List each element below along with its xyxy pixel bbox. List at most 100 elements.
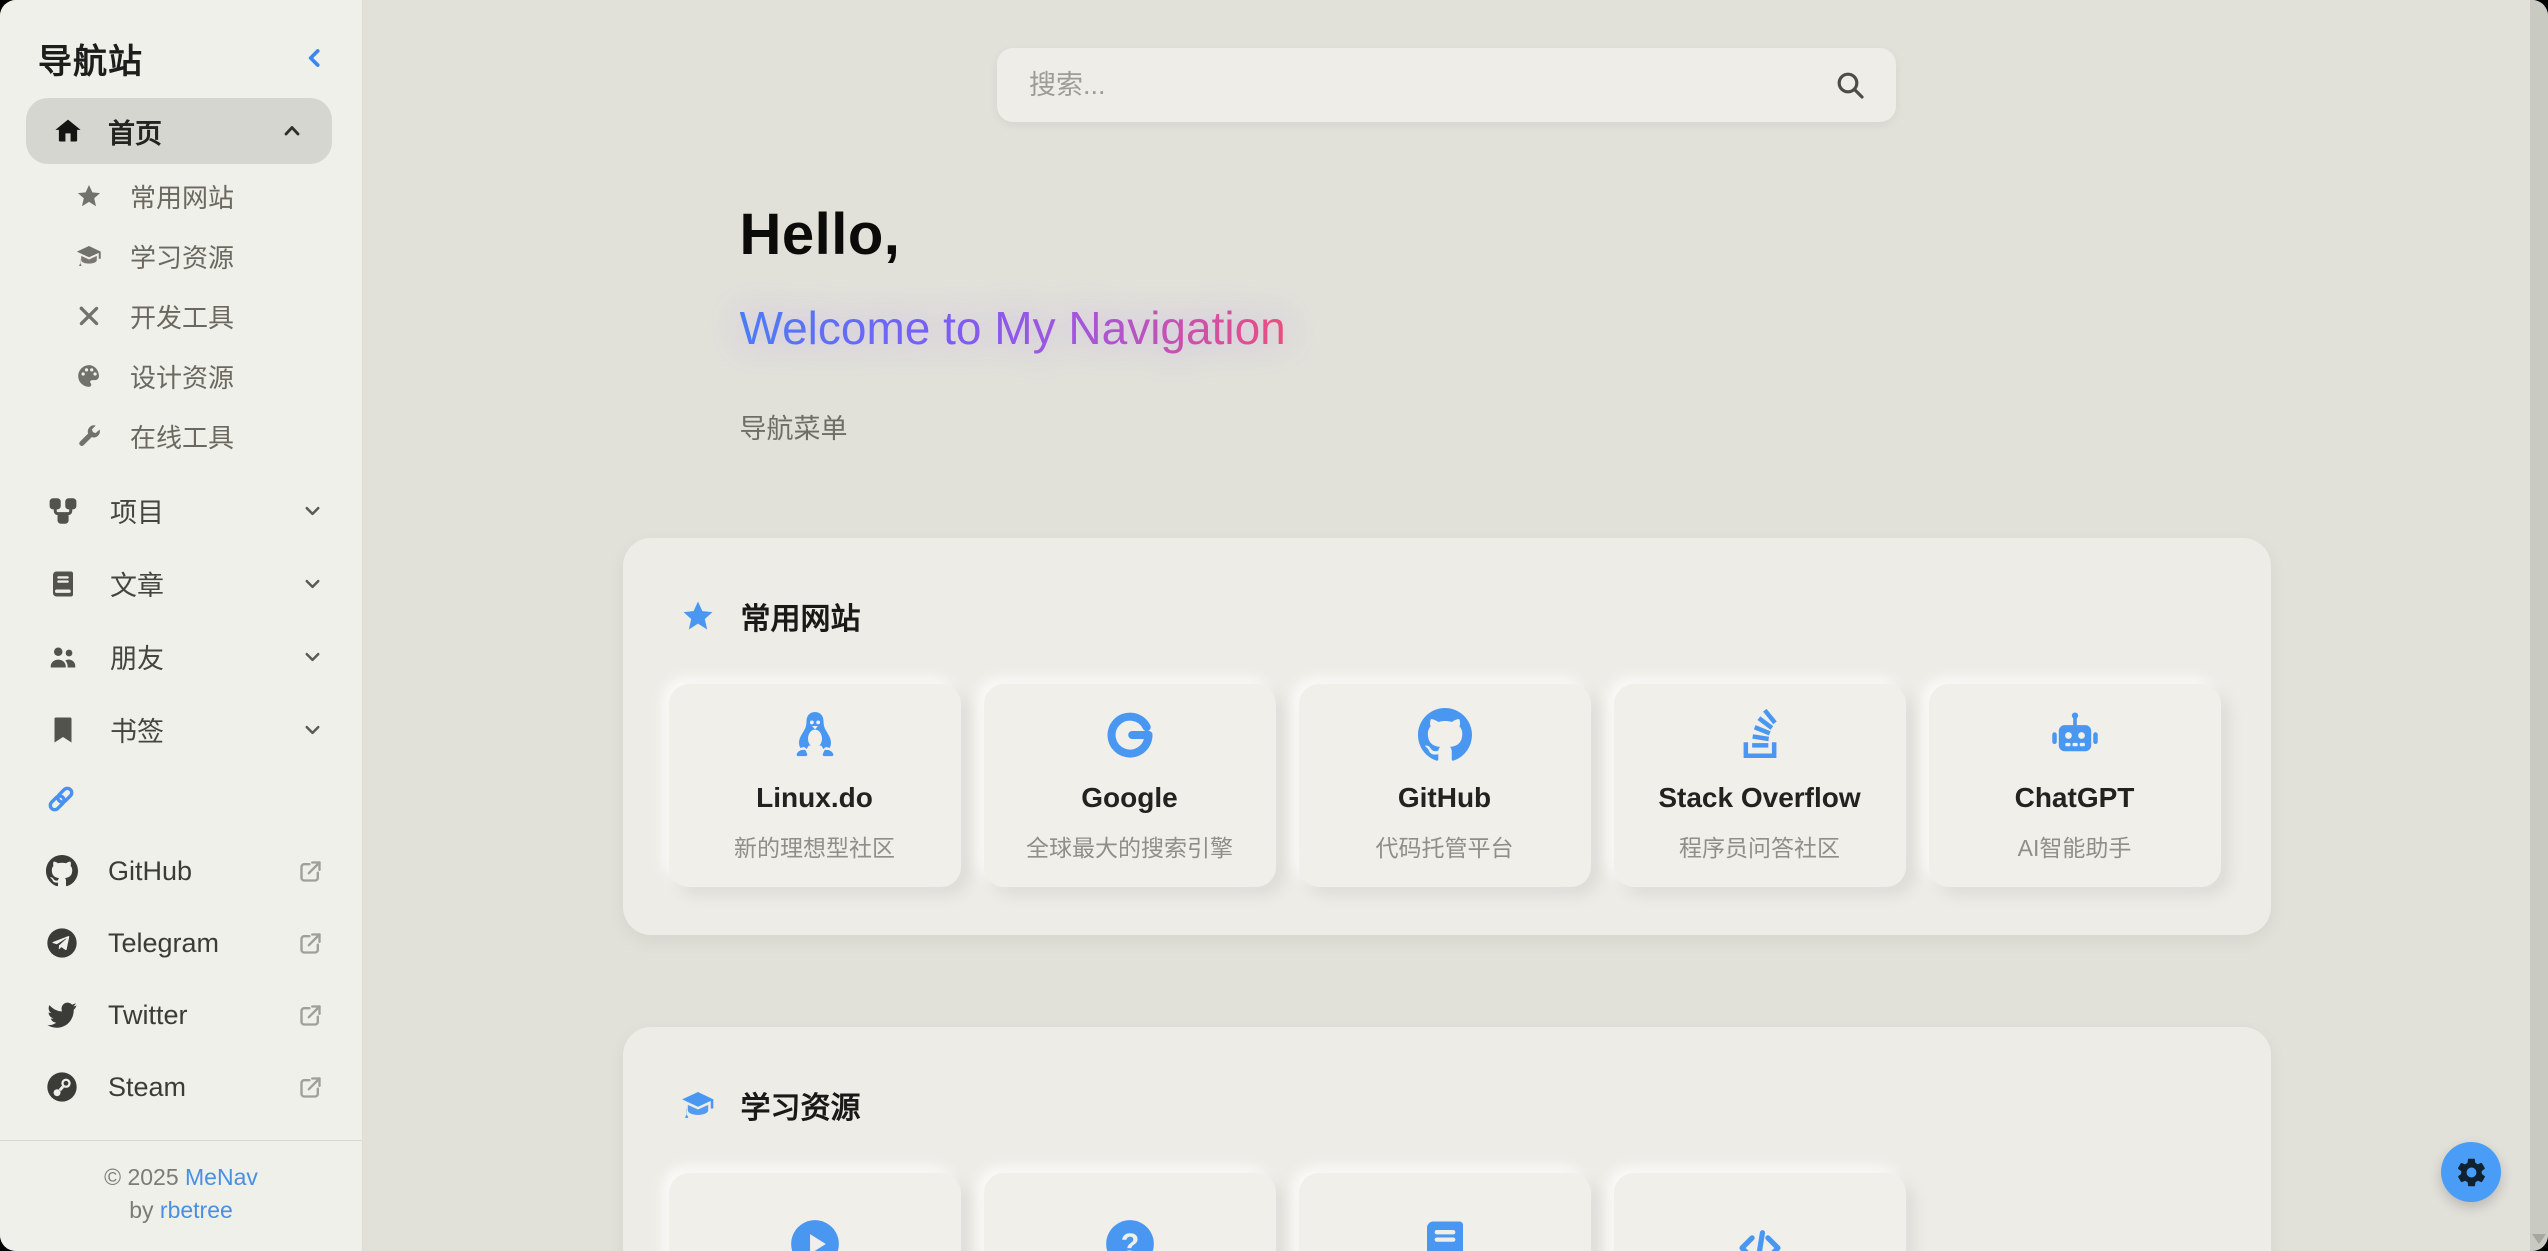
sidebar-subitem[interactable]: 在线工具 [0,406,362,466]
site-card[interactable]: 哔哩哔哩 [669,1173,961,1251]
sidebar-group-list: 项目文章朋友书签 [0,474,362,766]
svg-text:?: ? [1120,1229,1139,1251]
sidebar-group-item[interactable]: 文章 [0,547,362,620]
site-card[interactable]: GitHub 代码托管平台 [1299,684,1591,887]
question-circle-icon: ? [1103,1217,1157,1251]
category-section: 学习资源 哔哩哔哩 ? 知乎 掘金 [623,1027,2271,1251]
github-icon [1418,708,1472,762]
sidebar-subitem-label: 学习资源 [130,238,234,275]
robot-icon [2048,708,2102,762]
code-icon [1733,1221,1787,1251]
sidebar-social-item[interactable]: Steam [0,1051,362,1123]
bookmark-icon [48,715,78,745]
category-section: 常用网站 Linux.do 新的理想型社区 Google 全球最大的搜索引擎 G… [623,538,2271,935]
app-title: 导航站 [38,34,143,83]
search-input[interactable] [1027,69,1834,102]
footer-author-link[interactable]: rbetree [160,1197,233,1223]
site-description: 程序员问答社区 [1679,829,1840,863]
chevron-down-icon [301,572,324,595]
site-description: 新的理想型社区 [734,829,895,863]
chevron-left-icon [302,45,328,71]
site-card[interactable]: 掘金 [1299,1173,1591,1251]
external-link-icon [297,1002,324,1029]
site-card[interactable]: Stack Overflow 程序员问答社区 [1614,684,1906,887]
sidebar-subitem[interactable]: 学习资源 [0,226,362,286]
sidebar-social-list: GitHub Telegram Twitter Steam [0,835,362,1123]
footer-brand-link[interactable]: MeNav [185,1164,258,1190]
hero-greeting: Hello, [740,206,2271,264]
chevron-up-icon [280,119,304,143]
main-content: Hello, Welcome to My Navigation 导航菜单 常用网… [363,0,2548,1251]
sidebar-footer: © 2025 MeNav by rbetree [0,1140,362,1251]
sidebar-collapse-button[interactable] [302,45,328,71]
sidebar-item-home[interactable]: 首页 [26,98,332,164]
sidebar-group-item[interactable]: 项目 [0,474,362,547]
footer-copyright-text: © 2025 [104,1164,185,1190]
site-description: AI智能助手 [2018,829,2132,863]
section-header: 常用网站 [669,594,2225,638]
sidebar-header: 导航站 [0,0,362,86]
sidebar: 导航站 首页 常用网站学习资源开发工具设计资源在线工具 项目文章朋友书签 [0,0,363,1251]
search-icon[interactable] [1834,69,1866,101]
sidebar-subitem[interactable]: 开发工具 [0,286,362,346]
sidebar-subitem[interactable]: 设计资源 [0,346,362,406]
site-card[interactable]: ChatGPT AI智能助手 [1929,684,2221,887]
stackoverflow-icon [1733,708,1787,762]
sidebar-group-item[interactable]: 朋友 [0,620,362,693]
sidebar-subitem[interactable]: 常用网站 [0,166,362,226]
link-icon [44,782,78,816]
site-name: Linux.do [756,782,873,814]
book-icon [48,569,78,599]
sidebar-social-label: Twitter [108,1000,188,1031]
content-column: Hello, Welcome to My Navigation 导航菜单 常用网… [623,122,2271,1251]
site-card[interactable]: Google 全球最大的搜索引擎 [984,684,1276,887]
site-card[interactable]: Linux.do 新的理想型社区 [669,684,961,887]
google-icon [1103,708,1157,762]
search-bar [997,48,1896,122]
external-link-icon [297,930,324,957]
hero-subtitle: 导航菜单 [740,407,2271,446]
diagram-icon [48,496,78,526]
home-icon [54,117,82,145]
sidebar-social-label: GitHub [108,856,192,887]
sections-wrapper: 常用网站 Linux.do 新的理想型社区 Google 全球最大的搜索引擎 G… [623,538,2271,1251]
settings-button[interactable] [2441,1142,2501,1202]
scrollbar-down-arrow[interactable] [2532,1234,2546,1244]
site-card[interactable]: LeetCode [1614,1173,1906,1251]
chevron-down-icon [301,645,324,668]
sidebar-subitem-label: 常用网站 [130,178,234,215]
steam-icon [46,1071,78,1103]
site-name: GitHub [1398,782,1491,814]
external-link-icon [297,858,324,885]
gear-icon [2455,1156,2488,1189]
hero: Hello, Welcome to My Navigation 导航菜单 [623,206,2271,446]
sidebar-group-label: 书签 [110,710,164,749]
sidebar-social-item[interactable]: Twitter [0,979,362,1051]
star-icon [681,599,715,633]
graduation-cap-icon [681,1088,715,1122]
footer-by-text: by [129,1197,160,1223]
site-card[interactable]: ? 知乎 [984,1173,1276,1251]
scrollbar[interactable] [2530,0,2548,1251]
external-link-icon [297,1074,324,1101]
github-icon [46,855,78,887]
app-window: 导航站 首页 常用网站学习资源开发工具设计资源在线工具 项目文章朋友书签 [0,0,2548,1251]
sidebar-social-item[interactable]: GitHub [0,835,362,907]
site-name: Google [1081,782,1177,814]
linux-icon [788,708,842,762]
users-icon [48,642,78,672]
section-title: 学习资源 [741,1083,861,1127]
sidebar-group-label: 朋友 [110,637,164,676]
sidebar-group-item[interactable]: 书签 [0,693,362,766]
sidebar-social-item[interactable]: Telegram [0,907,362,979]
sidebar-links-divider[interactable] [0,766,362,832]
sidebar-item-label: 首页 [108,112,162,151]
book-icon [1418,1217,1472,1251]
section-header: 学习资源 [669,1083,2225,1127]
chevron-down-icon [301,499,324,522]
site-card-grid: Linux.do 新的理想型社区 Google 全球最大的搜索引擎 GitHub… [669,684,2225,887]
telegram-icon [46,927,78,959]
site-card-grid: 哔哩哔哩 ? 知乎 掘金 LeetCode [669,1173,2225,1251]
sidebar-group-label: 文章 [110,564,164,603]
site-name: ChatGPT [2015,782,2135,814]
